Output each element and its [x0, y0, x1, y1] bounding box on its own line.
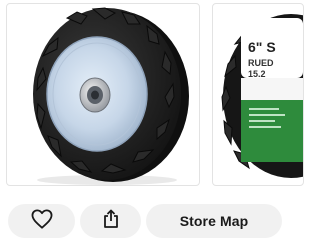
store-map-button[interactable]: Store Map [146, 204, 282, 238]
product-action-bar: Store Map [0, 204, 291, 240]
share-icon [102, 209, 120, 234]
wheel-package-image: 6" S RUED 15.2 [221, 14, 303, 178]
store-map-label: Store Map [179, 213, 249, 229]
product-image-carousel[interactable]: 6" S RUED 15.2 [0, 0, 304, 190]
heart-outline-icon [31, 208, 53, 234]
product-image-main[interactable] [6, 3, 200, 186]
package-size-text: 6" S [248, 39, 276, 55]
package-subtitle-text: RUED [248, 58, 274, 68]
favorite-button[interactable] [8, 204, 75, 238]
package-metric-text: 15.2 [248, 69, 266, 79]
product-image-secondary[interactable]: 6" S RUED 15.2 [212, 3, 304, 186]
share-button[interactable] [80, 204, 141, 238]
wheel-product-image [33, 7, 189, 185]
